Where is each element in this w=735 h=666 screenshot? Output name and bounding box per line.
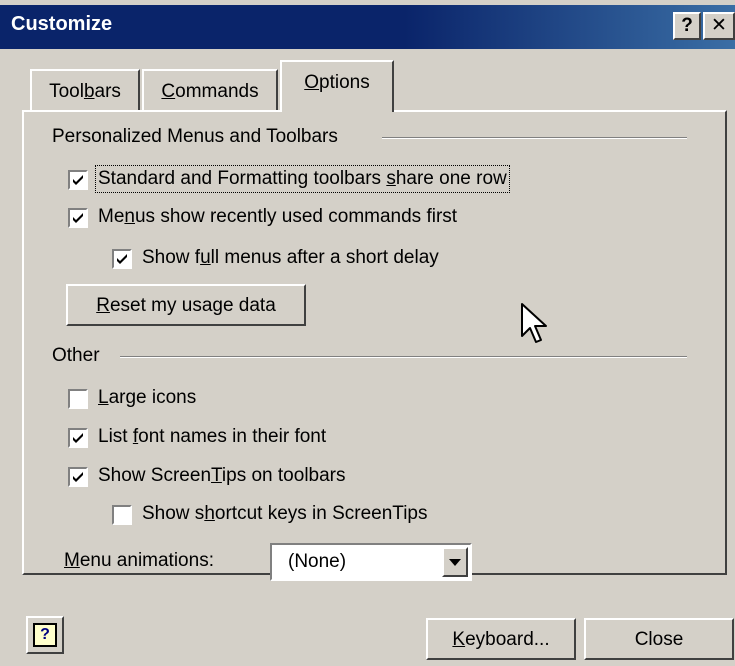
title-bar[interactable]: Customize ? ✕ bbox=[0, 5, 735, 49]
checkbox-full-menus[interactable] bbox=[112, 249, 132, 269]
menu-animations-select[interactable]: (None) bbox=[270, 543, 472, 581]
checkmark-icon bbox=[117, 254, 127, 264]
help-title-button[interactable]: ? bbox=[673, 12, 701, 40]
label-shortcut-keys[interactable]: Show shortcut keys in ScreenTips bbox=[142, 503, 428, 525]
tab-label: Commands bbox=[161, 81, 259, 102]
reset-usage-label: Reset my usage data bbox=[96, 295, 276, 316]
keyboard-button[interactable]: Keyboard... bbox=[426, 618, 576, 660]
label-full-menus[interactable]: Show full menus after a short delay bbox=[142, 247, 439, 269]
help-button[interactable]: ? bbox=[26, 616, 64, 654]
tab-options[interactable]: Options bbox=[280, 60, 394, 112]
label-share-row[interactable]: Standard and Formatting toolbars share o… bbox=[95, 165, 510, 193]
tab-label: Toolbars bbox=[49, 81, 121, 102]
label-screentips[interactable]: Show ScreenTips on toolbars bbox=[98, 465, 346, 487]
tab-toolbars[interactable]: Toolbars bbox=[30, 69, 140, 111]
chevron-down-icon bbox=[449, 559, 461, 566]
checkbox-screentips[interactable] bbox=[68, 467, 88, 487]
checkmark-icon bbox=[73, 175, 83, 185]
label-recent-first[interactable]: Menus show recently used commands first bbox=[98, 206, 457, 228]
group-label-other: Other bbox=[52, 345, 100, 366]
close-button[interactable]: Close bbox=[584, 618, 734, 660]
label-font-names[interactable]: List font names in their font bbox=[98, 426, 326, 448]
checkbox-shortcut-keys[interactable] bbox=[112, 505, 132, 525]
checkmark-icon bbox=[73, 472, 83, 482]
checkbox-font-names[interactable] bbox=[68, 428, 88, 448]
group-divider bbox=[120, 356, 687, 358]
menu-animations-value: (None) bbox=[288, 551, 347, 572]
keyboard-label: Keyboard... bbox=[452, 629, 550, 650]
reset-usage-button[interactable]: Reset my usage data bbox=[66, 284, 306, 326]
group-label-personalized: Personalized Menus and Toolbars bbox=[52, 126, 338, 147]
window-title: Customize bbox=[11, 13, 113, 35]
help-icon: ? bbox=[33, 623, 57, 647]
close-icon: ✕ bbox=[711, 15, 727, 36]
checkbox-share-row[interactable] bbox=[68, 170, 88, 190]
tab-label: Options bbox=[304, 72, 370, 93]
checkmark-icon bbox=[73, 433, 83, 443]
checkbox-large-icons[interactable] bbox=[68, 389, 88, 409]
mouse-cursor-icon bbox=[521, 303, 547, 343]
tab-commands[interactable]: Commands bbox=[142, 69, 278, 111]
close-label: Close bbox=[634, 629, 684, 650]
dropdown-button[interactable] bbox=[442, 547, 468, 577]
question-mark-icon: ? bbox=[681, 15, 693, 36]
label-large-icons[interactable]: Large icons bbox=[98, 387, 196, 409]
customize-dialog: Customize ? ✕ Toolbars Commands Options … bbox=[0, 0, 735, 666]
checkmark-icon bbox=[73, 213, 83, 223]
close-title-button[interactable]: ✕ bbox=[703, 12, 735, 40]
checkbox-recent-first[interactable] bbox=[68, 208, 88, 228]
group-divider bbox=[382, 137, 687, 139]
label-menu-animations: Menu animations: bbox=[64, 550, 214, 571]
